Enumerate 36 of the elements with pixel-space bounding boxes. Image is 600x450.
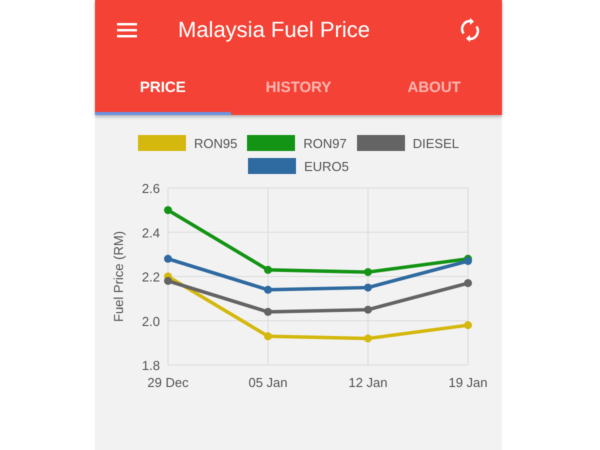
data-point (264, 308, 272, 316)
data-point (264, 332, 272, 340)
data-point (364, 306, 372, 314)
data-point (164, 206, 172, 214)
tab[interactable]: PRICE (95, 60, 231, 115)
y-tick-label: 2.0 (142, 314, 160, 329)
legend-swatch (138, 135, 186, 151)
y-tick-label: 2.2 (142, 270, 160, 284)
tab[interactable]: ABOUT (366, 60, 502, 115)
data-point (364, 268, 372, 276)
data-point (464, 321, 472, 330)
legend-swatch (356, 135, 405, 151)
legend-label: DIESEL (412, 136, 459, 150)
y-tick-label: 2.6 (142, 181, 160, 196)
x-tick-label: 12 Jan (348, 375, 388, 390)
tab[interactable]: HISTORY (230, 60, 366, 115)
legend-label: RON95 (194, 136, 238, 150)
x-tick-label: 19 Jan (448, 375, 488, 390)
data-point (464, 279, 472, 288)
data-point (264, 266, 272, 274)
x-tick-label: 29 Dec (147, 375, 189, 390)
data-point (164, 254, 172, 263)
y-tick-label: 2.4 (142, 225, 160, 240)
legend-label: EURO5 (304, 158, 349, 174)
x-tick-label: 05 Jan (248, 375, 288, 390)
data-point (364, 334, 372, 342)
legend-swatch (248, 158, 296, 174)
y-axis-title: Fuel Price (RM) (111, 231, 126, 322)
y-tick-label: 1.8 (142, 358, 160, 373)
data-point (364, 284, 372, 292)
refresh-icon[interactable] (460, 18, 480, 42)
legend-label: RON97 (303, 136, 347, 150)
menu-icon[interactable] (117, 22, 137, 38)
legend-swatch (247, 135, 296, 151)
app-title: Malaysia Fuel Price (178, 17, 371, 43)
data-point (264, 286, 272, 294)
